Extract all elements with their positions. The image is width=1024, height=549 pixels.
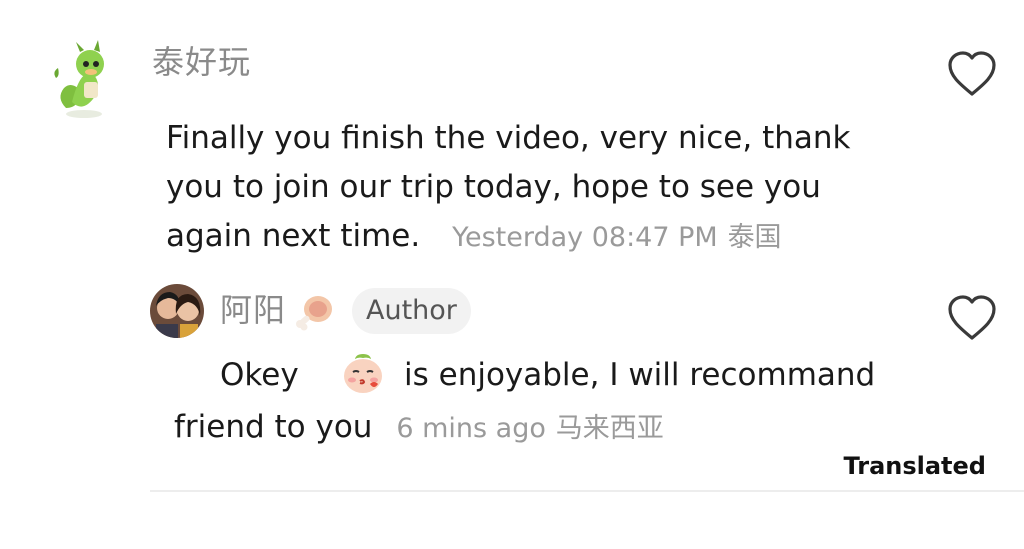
reply-timestamp: 6 mins ago (396, 413, 546, 444)
reply-like-heart-icon[interactable] (946, 294, 998, 342)
comment-body: Finally you finish the video, very nice,… (166, 114, 886, 262)
reply-body-line2: friend to you 6 mins ago 马来西亚 (174, 402, 664, 454)
like-heart-icon[interactable] (946, 50, 998, 98)
commenter-username[interactable]: 泰好玩 (152, 42, 251, 82)
reply-text-part2: is enjoyable, I will recommand (404, 357, 876, 393)
reply-avatar[interactable] (150, 284, 204, 338)
reply-location: 马来西亚 (555, 413, 664, 444)
reply-text-part3: friend to you (174, 409, 373, 445)
kiss-face-emoji-icon (340, 350, 386, 396)
author-badge: Author (352, 288, 471, 334)
divider (150, 490, 1024, 492)
translated-label[interactable]: Translated (844, 452, 987, 480)
reply-username[interactable]: 阿阳 (220, 290, 286, 330)
reply-text-part1: Okey (220, 357, 299, 393)
commenter-avatar[interactable] (48, 38, 120, 122)
drumstick-icon (294, 291, 336, 331)
comment-location: 泰国 (727, 222, 782, 253)
comment-timestamp: Yesterday 08:47 PM (452, 222, 718, 253)
